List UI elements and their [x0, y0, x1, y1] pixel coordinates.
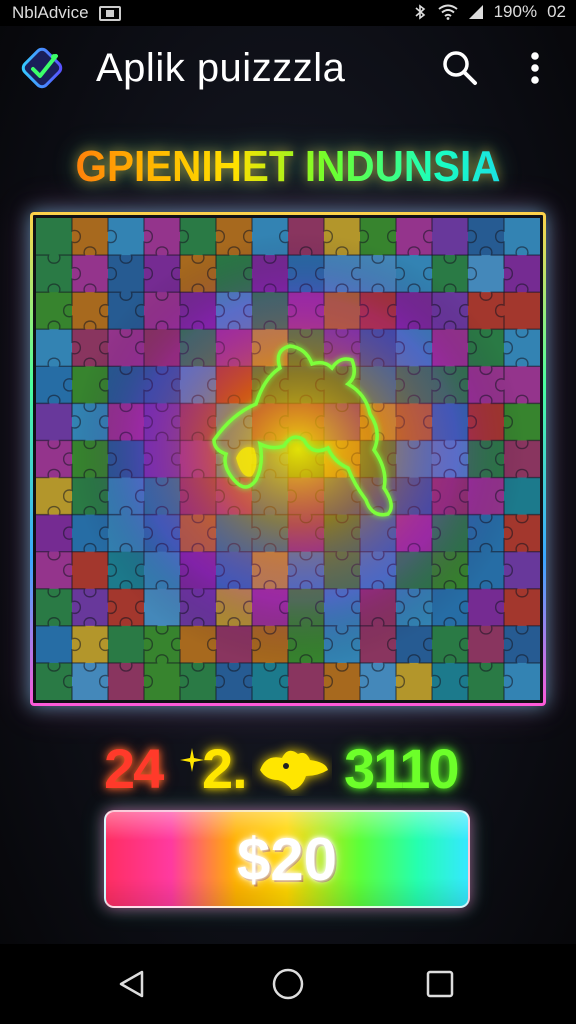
home-circle-icon[interactable]: [270, 966, 306, 1002]
sim-icon: [98, 5, 121, 21]
score-left: 24: [104, 737, 164, 800]
buy-button[interactable]: $20: [104, 810, 470, 908]
system-nav-bar: [0, 944, 576, 1024]
status-bar: NblAdvice 190% 02: [0, 0, 576, 26]
more-vert-icon[interactable]: [520, 48, 550, 88]
battery-percent: 190%: [493, 2, 538, 21]
puzzle-check-icon[interactable]: [18, 44, 68, 94]
map-island-icon: [260, 750, 328, 790]
puzzle-title: GPIENIHET INDUNSIA: [23, 142, 553, 192]
buy-button-label: $20: [236, 825, 338, 893]
score-row: 24 2. 3110: [100, 732, 500, 804]
recents-square-icon[interactable]: [424, 968, 456, 1000]
status-right: 190% 02: [412, 2, 566, 22]
wifi-icon: [437, 4, 458, 20]
score-middle: 2.: [202, 737, 248, 800]
puzzle-board[interactable]: [36, 218, 540, 700]
center-glow: [36, 218, 540, 700]
back-triangle-icon[interactable]: [116, 968, 148, 1000]
score-right: 3110: [344, 737, 459, 800]
status-left: NblAdvice: [12, 3, 121, 23]
puzzle-pieces[interactable]: [36, 218, 540, 700]
bluetooth-icon: [415, 4, 425, 20]
search-icon[interactable]: [440, 48, 480, 88]
carrier-label: NblAdvice: [12, 3, 89, 22]
app-bar: Aplik puizzzla: [0, 30, 576, 110]
app-title: Aplik puizzzla: [96, 46, 346, 90]
signal-icon: [468, 5, 483, 19]
clock: 02: [547, 2, 566, 21]
puzzle-board-frame: [30, 212, 546, 706]
